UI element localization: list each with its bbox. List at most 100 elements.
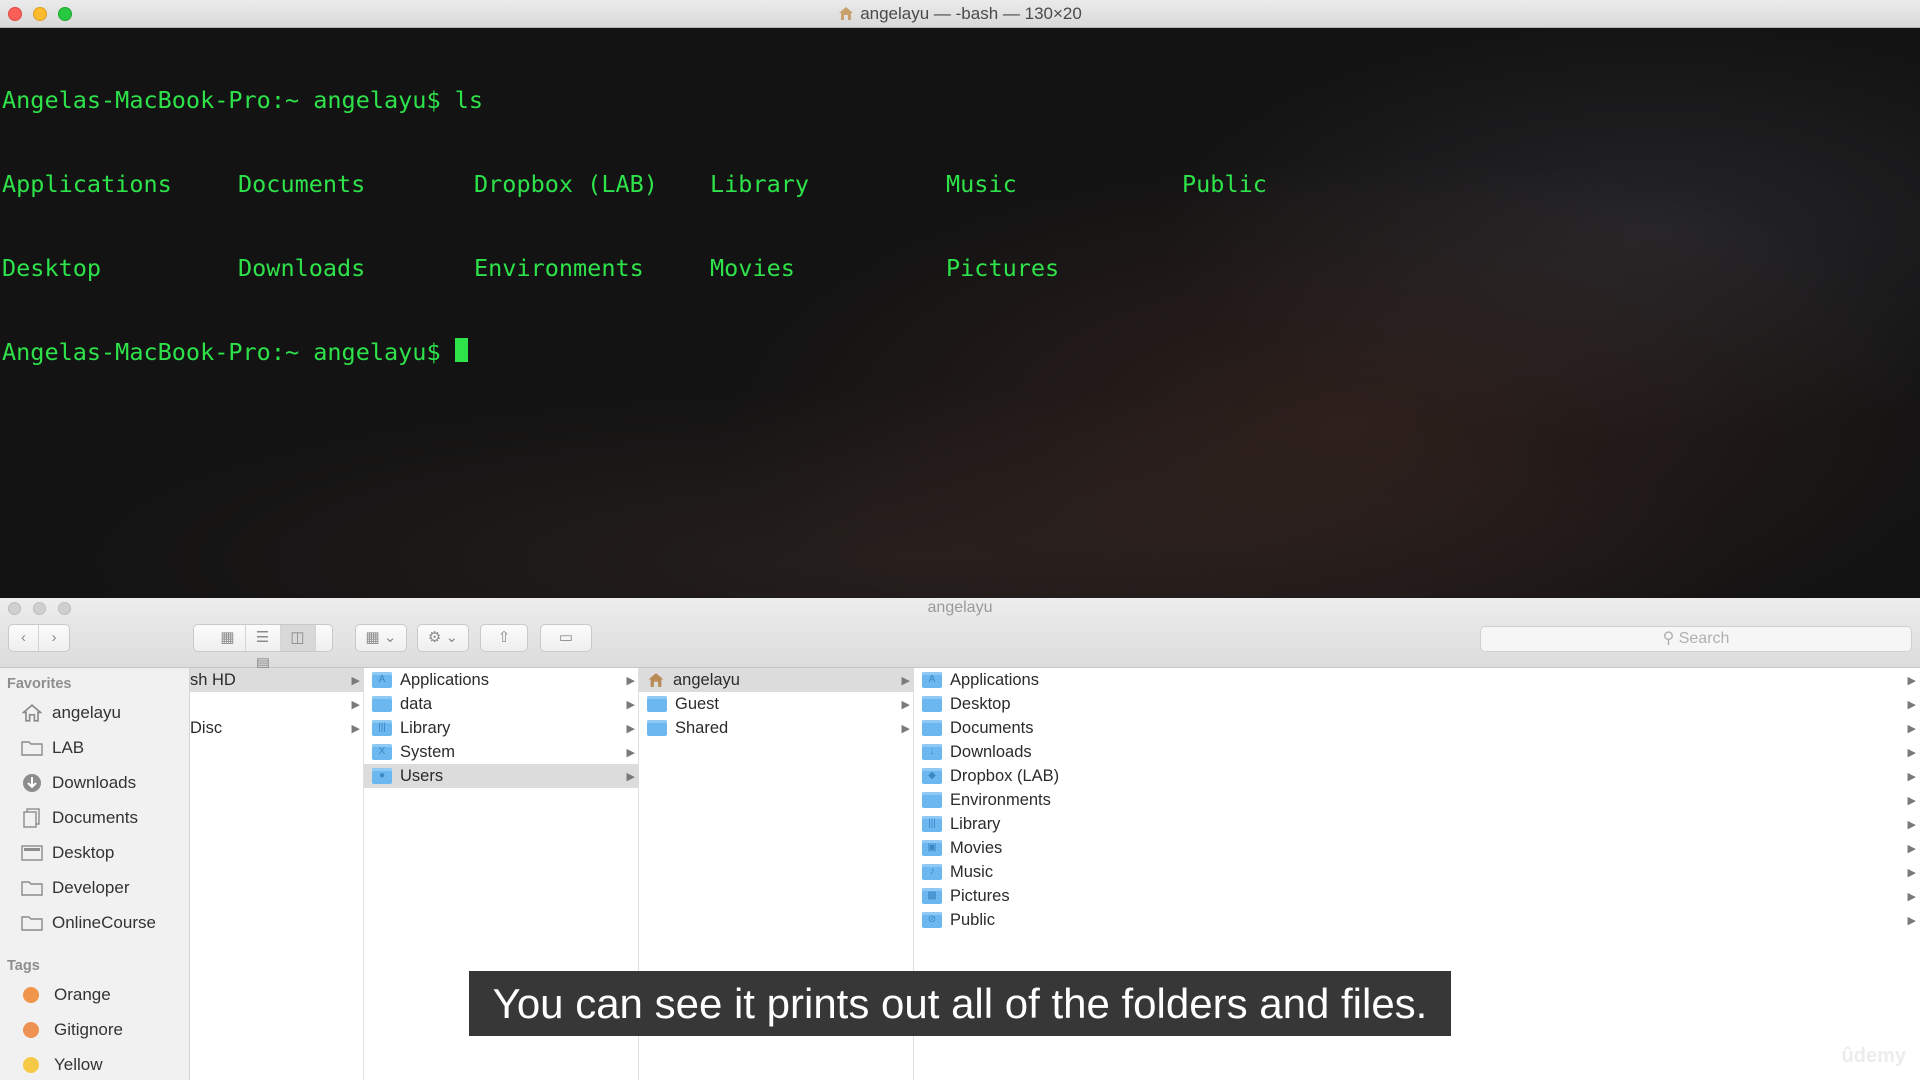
- favorites-header: Favorites: [7, 676, 72, 692]
- folder-icon: [922, 792, 942, 808]
- chevron-right-icon: ▶: [1907, 818, 1916, 831]
- tag-dot-icon: [23, 987, 39, 1003]
- folder-icon: [647, 720, 667, 736]
- library-folder-icon: |||: [922, 816, 942, 832]
- terminal-window[interactable]: angelayu — -bash — 130×20 Angelas-MacBoo…: [0, 0, 1920, 598]
- list-item[interactable]: Desktop ▶: [914, 692, 1920, 716]
- list-item[interactable]: data ▶: [364, 692, 639, 716]
- terminal-output[interactable]: Angelas-MacBook-Pro:~ angelayu$ ls Appli…: [2, 30, 1418, 422]
- folder-icon: [372, 696, 392, 712]
- forward-arrow-icon[interactable]: ›: [39, 625, 69, 651]
- gear-icon[interactable]: ⚙ ⌄: [417, 624, 469, 652]
- list-item[interactable]: ◆ Dropbox (LAB) ▶: [914, 764, 1920, 788]
- folder-icon: [20, 913, 44, 933]
- list-item[interactable]: Guest ▶: [639, 692, 914, 716]
- icon-view-icon[interactable]: ▦: [211, 625, 246, 651]
- list-view-icon[interactable]: ☰: [246, 625, 281, 651]
- udemy-watermark: ûdemy: [1841, 1045, 1906, 1067]
- list-item[interactable]: Environments ▶: [914, 788, 1920, 812]
- sidebar-item-documents[interactable]: Documents: [20, 803, 138, 833]
- list-item[interactable]: ||| Library ▶: [914, 812, 1920, 836]
- ls-entry: Movies: [710, 254, 795, 282]
- ls-entry: Applications: [2, 170, 172, 198]
- terminal-title-text: angelayu — -bash — 130×20: [860, 4, 1082, 23]
- ls-entry: Dropbox (LAB): [474, 170, 658, 198]
- documents-icon: [20, 808, 44, 828]
- nav-buttons[interactable]: ‹ ›: [8, 624, 70, 652]
- list-item[interactable]: ▶: [190, 692, 364, 716]
- list-item[interactable]: ||| Library ▶: [364, 716, 639, 740]
- list-item[interactable]: ▩ Pictures ▶: [914, 884, 1920, 908]
- finder-title: angelayu: [927, 599, 993, 616]
- chevron-right-icon: ▶: [1907, 842, 1916, 855]
- list-item[interactable]: sh HD ▶: [190, 668, 364, 692]
- group-by-icon[interactable]: ▦ ⌄: [355, 624, 407, 652]
- chevron-right-icon: ▶: [1907, 866, 1916, 879]
- chevron-right-icon: ▶: [1907, 746, 1916, 759]
- terminal-titlebar[interactable]: angelayu — -bash — 130×20: [0, 0, 1920, 28]
- sidebar-item-developer[interactable]: Developer: [20, 873, 130, 903]
- applications-folder-icon: A: [922, 672, 942, 688]
- list-item[interactable]: ↓ Downloads ▶: [914, 740, 1920, 764]
- chevron-right-icon: ▶: [1907, 914, 1916, 927]
- back-arrow-icon[interactable]: ‹: [9, 625, 39, 651]
- dropbox-folder-icon: ◆: [922, 768, 942, 784]
- movies-folder-icon: ▣: [922, 840, 942, 856]
- search-input[interactable]: ⚲ Search: [1480, 626, 1912, 652]
- chevron-right-icon: ▶: [626, 746, 635, 759]
- sidebar-item-downloads[interactable]: Downloads: [20, 768, 136, 798]
- documents-folder-icon: [922, 720, 942, 736]
- list-item[interactable]: angelayu ▶: [639, 668, 914, 692]
- list-item[interactable]: A Applications ▶: [914, 668, 1920, 692]
- list-item[interactable]: Documents ▶: [914, 716, 1920, 740]
- list-item[interactable]: ● Users ▶: [364, 764, 639, 788]
- sidebar-item-onlinecourse[interactable]: OnlineCourse: [20, 908, 156, 938]
- list-item[interactable]: Disc ▶: [190, 716, 364, 740]
- chevron-right-icon: ▶: [626, 770, 635, 783]
- video-caption: You can see it prints out all of the fol…: [469, 971, 1451, 1036]
- chevron-right-icon: ▶: [1907, 674, 1916, 687]
- home-icon: [838, 2, 854, 30]
- chevron-right-icon: ▶: [1907, 698, 1916, 711]
- folder-icon: [647, 696, 667, 712]
- prompt-line: Angelas-MacBook-Pro:~ angelayu$: [2, 338, 455, 366]
- ls-entry: Documents: [238, 170, 366, 198]
- finder-column-volumes[interactable]: sh HD ▶ ▶ Disc ▶: [190, 668, 364, 1080]
- list-item[interactable]: ⊘ Public ▶: [914, 908, 1920, 932]
- chevron-right-icon: ▶: [626, 698, 635, 711]
- chevron-right-icon: ▶: [901, 722, 910, 735]
- sidebar-item-desktop[interactable]: Desktop: [20, 838, 114, 868]
- finder-sidebar: Favorites angelayu LAB Downloads Documen…: [0, 668, 190, 1080]
- list-item[interactable]: ♪ Music ▶: [914, 860, 1920, 884]
- list-item[interactable]: ▣ Movies ▶: [914, 836, 1920, 860]
- folder-icon: [20, 878, 44, 898]
- sidebar-tag-orange[interactable]: Orange: [20, 980, 111, 1010]
- home-icon: [645, 670, 667, 690]
- finder-toolbar[interactable]: angelayu ‹ › ▦ ☰ ◫▤ ▦ ⌄ ⚙ ⌄ ⇧ ▭ ⚲ Search: [0, 598, 1920, 672]
- sidebar-item-lab[interactable]: LAB: [20, 733, 84, 763]
- chevron-right-icon: ▶: [351, 674, 360, 687]
- list-item[interactable]: A Applications ▶: [364, 668, 639, 692]
- chevron-right-icon: ▶: [626, 722, 635, 735]
- share-icon[interactable]: ⇧: [480, 624, 528, 652]
- ls-entry: Library: [710, 170, 810, 198]
- chevron-right-icon: ▶: [1907, 890, 1916, 903]
- ls-entry: Music: [946, 170, 1017, 198]
- sidebar-tag-gitignore[interactable]: Gitignore: [20, 1015, 123, 1045]
- list-item[interactable]: X System ▶: [364, 740, 639, 764]
- sidebar-tag-yellow[interactable]: Yellow: [20, 1050, 103, 1080]
- search-icon: ⚲: [1662, 630, 1675, 647]
- folder-icon: [20, 738, 44, 758]
- chevron-right-icon: ▶: [1907, 794, 1916, 807]
- chevron-right-icon: ▶: [901, 698, 910, 711]
- chevron-right-icon: ▶: [1907, 722, 1916, 735]
- sidebar-item-angelayu[interactable]: angelayu: [20, 698, 121, 728]
- tags-header: Tags: [7, 958, 40, 974]
- music-folder-icon: ♪: [922, 864, 942, 880]
- tag-dot-icon: [23, 1022, 39, 1038]
- tag-icon[interactable]: ▭: [540, 624, 592, 652]
- applications-folder-icon: A: [372, 672, 392, 688]
- column-view-icon[interactable]: ◫: [280, 625, 316, 651]
- view-mode-buttons[interactable]: ▦ ☰ ◫▤: [193, 624, 333, 672]
- list-item[interactable]: Shared ▶: [639, 716, 914, 740]
